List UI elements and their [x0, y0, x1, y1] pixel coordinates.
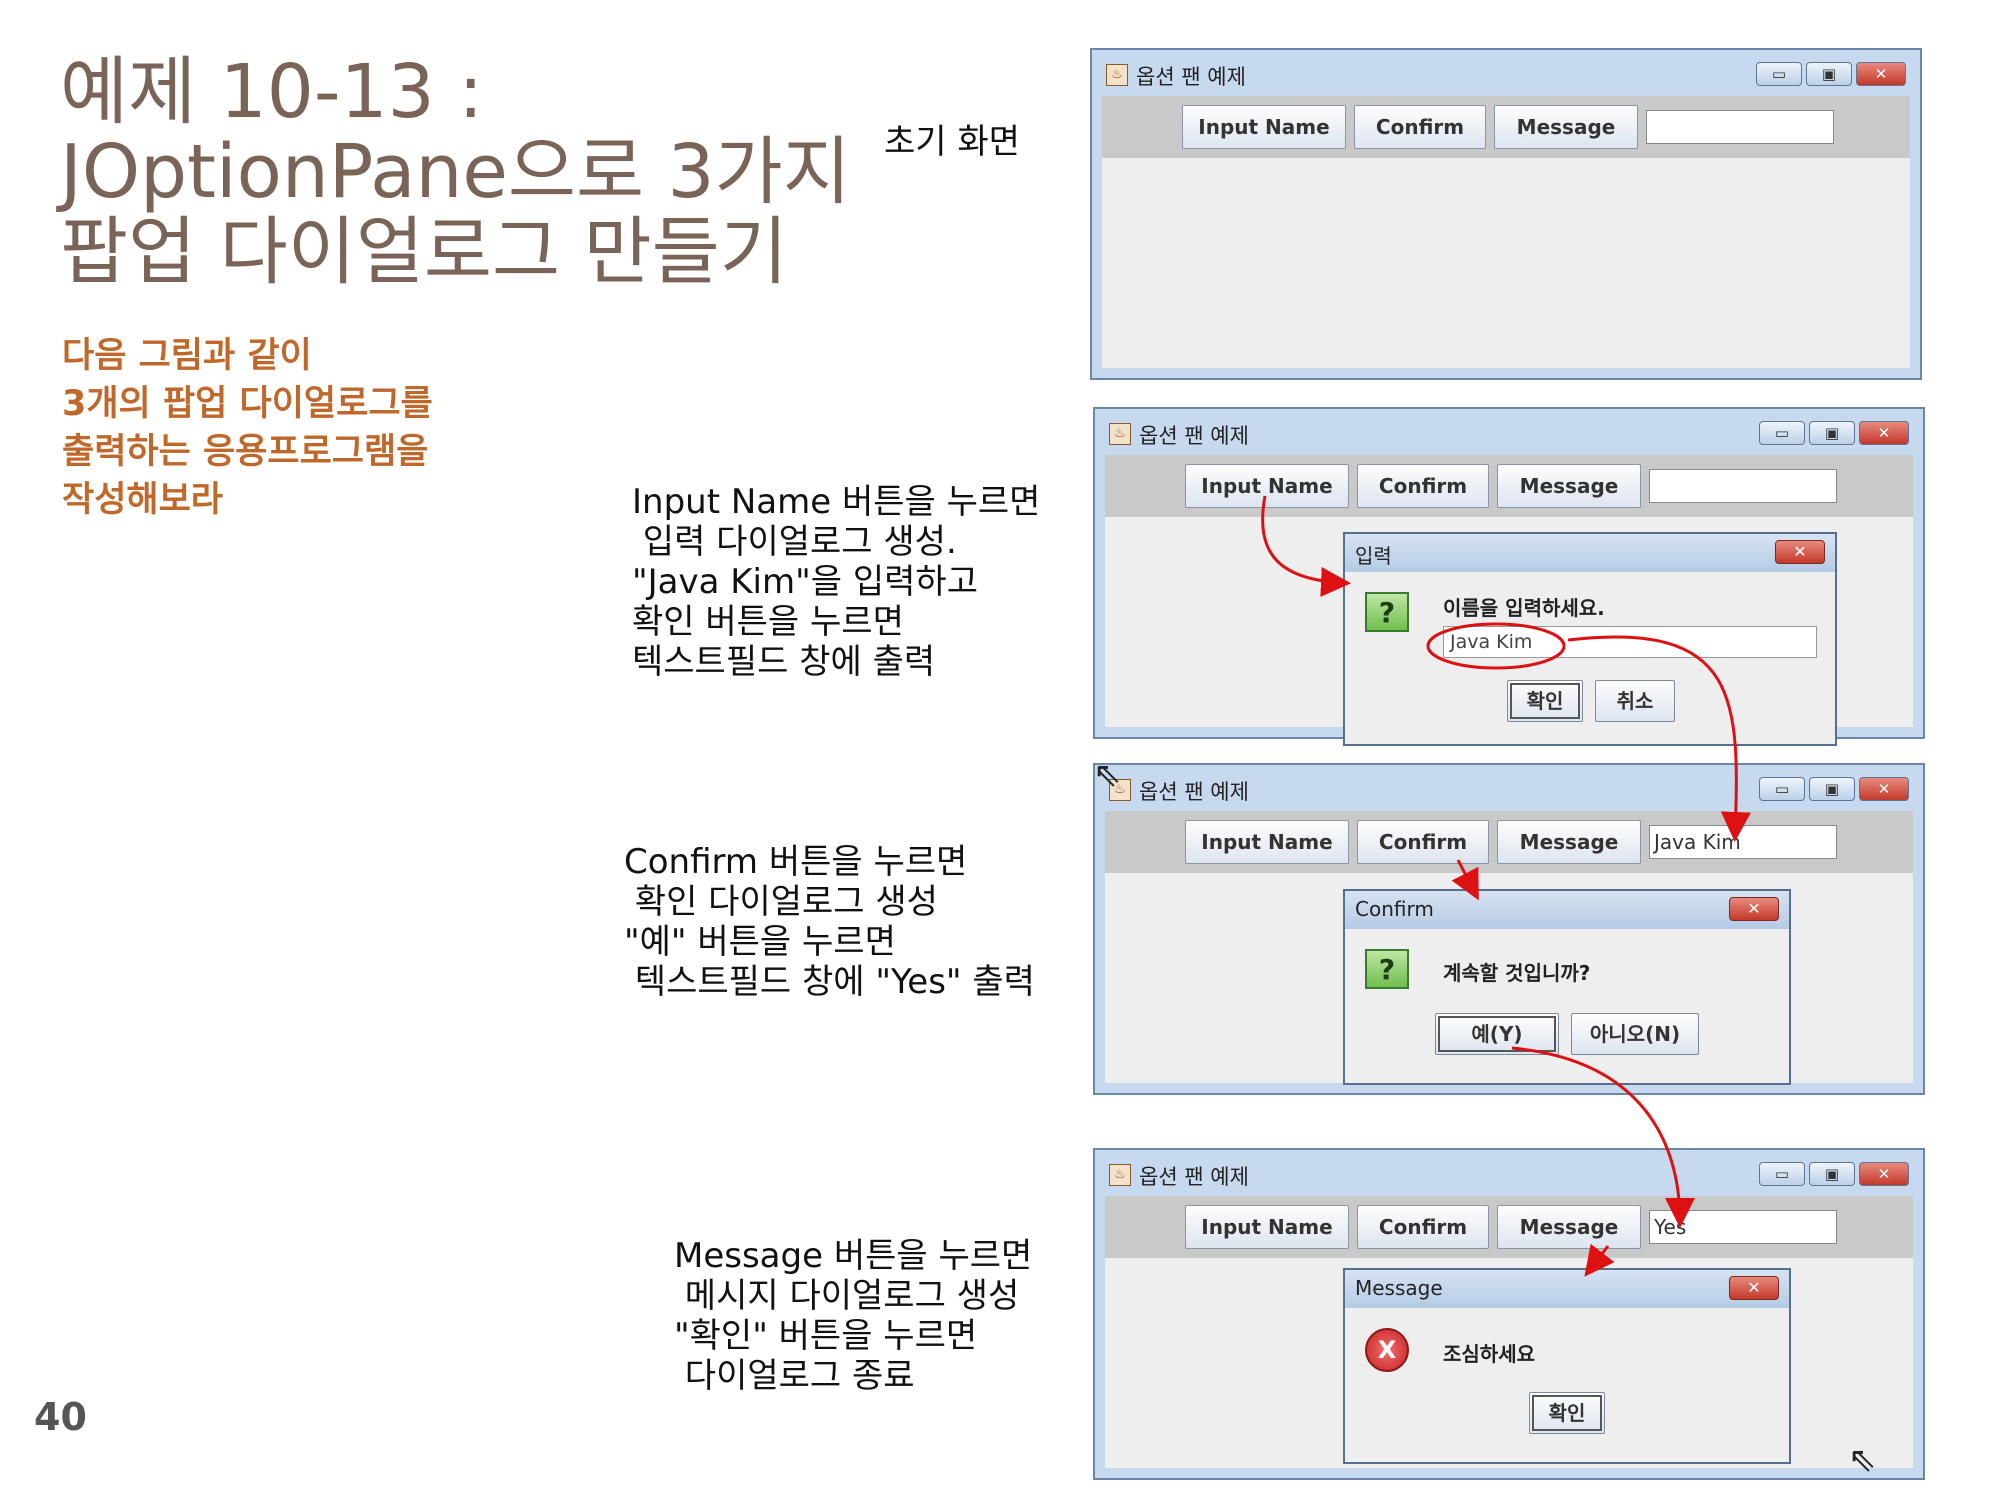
message-button[interactable]: Message: [1497, 464, 1641, 508]
question-icon: ?: [1365, 949, 1409, 989]
cancel-button[interactable]: 취소: [1595, 680, 1675, 722]
dialog-close-icon[interactable]: ✕: [1775, 540, 1825, 564]
dialog-titlebar[interactable]: Message ✕: [1345, 1270, 1789, 1308]
result-text-field[interactable]: Java Kim: [1649, 825, 1837, 859]
maximize-icon[interactable]: ▣: [1809, 421, 1855, 445]
result-text-field[interactable]: Yes: [1649, 1210, 1837, 1244]
button-toolbar: Input Name Confirm Message Java Kim: [1105, 811, 1913, 873]
close-icon[interactable]: ✕: [1859, 777, 1909, 801]
caption-input: Input Name 버튼을 누르면 입력 다이얼로그 생성. "Java Ki…: [632, 482, 1041, 682]
button-toolbar: Input Name Confirm Message: [1105, 455, 1913, 517]
error-icon: X: [1365, 1328, 1409, 1372]
java-app-icon: ♨: [1109, 423, 1131, 445]
ok-button[interactable]: 확인: [1529, 1392, 1605, 1434]
maximize-icon[interactable]: ▣: [1809, 1162, 1855, 1186]
window-initial: ♨ 옵션 팬 예제 ▭ ▣ ✕ Input Name Confirm Messa…: [1090, 48, 1922, 380]
content-area: [1102, 158, 1910, 368]
maximize-icon[interactable]: ▣: [1809, 777, 1855, 801]
dialog-close-icon[interactable]: ✕: [1729, 1276, 1779, 1300]
minimize-icon[interactable]: ▭: [1759, 1162, 1805, 1186]
dialog-title: Confirm: [1355, 897, 1434, 921]
window-title: 옵션 팬 예제: [1139, 780, 1249, 804]
caption-initial: 초기 화면: [884, 122, 1020, 162]
question-icon: ?: [1365, 592, 1409, 632]
dialog-title: Message: [1355, 1276, 1443, 1300]
slide-title: 예제 10-13 : JOptionPane으로 3가지 팝업 다이얼로그 만들…: [60, 49, 851, 295]
confirm-button[interactable]: Confirm: [1357, 820, 1489, 864]
caption-confirm: Confirm 버튼을 누르면 확인 다이얼로그 생성 "예" 버튼을 누르면 …: [624, 842, 1035, 1002]
dialog-title: 입력: [1355, 544, 1392, 568]
close-icon[interactable]: ✕: [1859, 421, 1909, 445]
confirm-button[interactable]: Confirm: [1357, 464, 1489, 508]
result-text-field[interactable]: [1646, 110, 1834, 144]
message-button[interactable]: Message: [1497, 1205, 1641, 1249]
window-titlebar[interactable]: ♨ 옵션 팬 예제 ▭ ▣ ✕: [1095, 765, 1923, 811]
window-titlebar[interactable]: ♨ 옵션 팬 예제 ▭ ▣ ✕: [1092, 50, 1920, 96]
window-title: 옵션 팬 예제: [1139, 1165, 1249, 1189]
name-input[interactable]: Java Kim: [1443, 626, 1817, 658]
confirm-dialog: Confirm ✕ ? 계속할 것입니까? 예(Y) 아니오(N): [1343, 889, 1791, 1085]
window-titlebar[interactable]: ♨ 옵션 팬 예제 ▭ ▣ ✕: [1095, 1150, 1923, 1196]
confirm-button[interactable]: Confirm: [1354, 105, 1486, 149]
message-button[interactable]: Message: [1497, 820, 1641, 864]
dialog-prompt: 이름을 입력하세요.: [1443, 596, 1605, 620]
input-dialog: 입력 ✕ ? 이름을 입력하세요. Java Kim 확인 취소: [1343, 532, 1837, 746]
page-number: 40: [34, 1395, 87, 1439]
slide-subtitle: 다음 그림과 같이 3개의 팝업 다이얼로그를 출력하는 응용프로그램을 작성해…: [62, 336, 433, 520]
window-title: 옵션 팬 예제: [1139, 424, 1249, 448]
java-app-icon: ♨: [1109, 1164, 1131, 1186]
mouse-cursor-icon: ⇖: [1093, 755, 1122, 795]
input-name-button[interactable]: Input Name: [1185, 1205, 1349, 1249]
ok-button[interactable]: 확인: [1507, 680, 1583, 722]
message-dialog: Message ✕ X 조심하세요 확인: [1343, 1268, 1791, 1464]
result-text-field[interactable]: [1649, 469, 1837, 503]
input-name-button[interactable]: Input Name: [1185, 464, 1349, 508]
dialog-close-icon[interactable]: ✕: [1729, 897, 1779, 921]
dialog-prompt: 계속할 것입니까?: [1443, 961, 1591, 985]
window-title: 옵션 팬 예제: [1136, 65, 1246, 89]
input-name-button[interactable]: Input Name: [1182, 105, 1346, 149]
dialog-prompt: 조심하세요: [1443, 1342, 1535, 1366]
window-titlebar[interactable]: ♨ 옵션 팬 예제 ▭ ▣ ✕: [1095, 409, 1923, 455]
confirm-button[interactable]: Confirm: [1357, 1205, 1489, 1249]
maximize-icon[interactable]: ▣: [1806, 62, 1852, 86]
java-app-icon: ♨: [1106, 64, 1128, 86]
no-button[interactable]: 아니오(N): [1571, 1013, 1699, 1055]
button-toolbar: Input Name Confirm Message Yes: [1105, 1196, 1913, 1258]
minimize-icon[interactable]: ▭: [1759, 777, 1805, 801]
input-name-button[interactable]: Input Name: [1185, 820, 1349, 864]
mouse-cursor-icon: ⇖: [1848, 1440, 1877, 1480]
yes-button[interactable]: 예(Y): [1435, 1013, 1559, 1055]
message-button[interactable]: Message: [1494, 105, 1638, 149]
caption-message: Message 버튼을 누르면 메시지 다이얼로그 생성 "확인" 버튼을 누르…: [674, 1236, 1033, 1396]
close-icon[interactable]: ✕: [1856, 62, 1906, 86]
dialog-titlebar[interactable]: Confirm ✕: [1345, 891, 1789, 929]
dialog-titlebar[interactable]: 입력 ✕: [1345, 534, 1835, 572]
close-icon[interactable]: ✕: [1859, 1162, 1909, 1186]
minimize-icon[interactable]: ▭: [1759, 421, 1805, 445]
minimize-icon[interactable]: ▭: [1756, 62, 1802, 86]
button-toolbar: Input Name Confirm Message: [1102, 96, 1910, 158]
